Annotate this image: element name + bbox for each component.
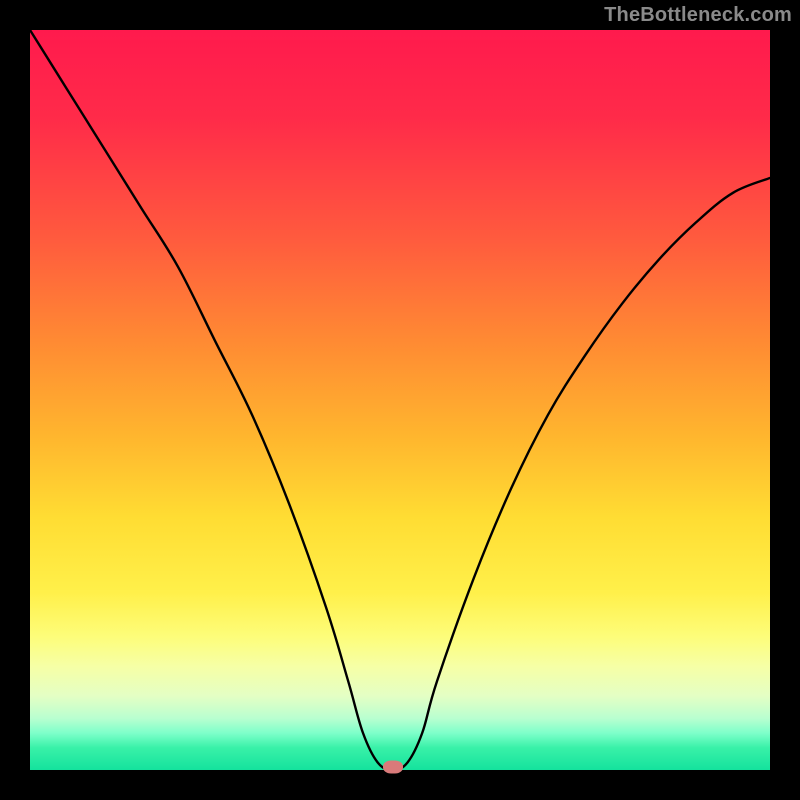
chart-frame: TheBottleneck.com xyxy=(0,0,800,800)
min-marker-dot xyxy=(383,761,403,774)
bottleneck-curve xyxy=(30,30,770,770)
watermark-text: TheBottleneck.com xyxy=(604,4,792,27)
plot-area xyxy=(30,30,770,770)
